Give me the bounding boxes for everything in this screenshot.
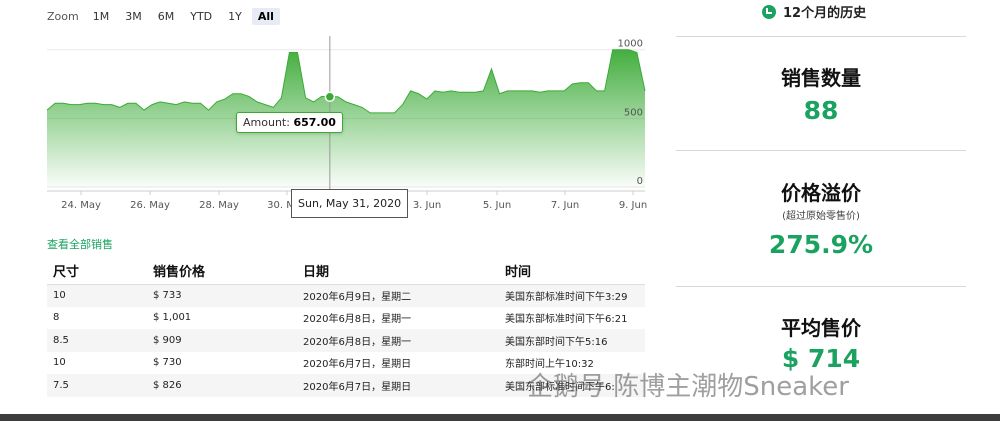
watermark: 企鹅号 陈博主潮物Sneaker <box>527 372 849 402</box>
y-tick-label: 1000 <box>618 39 643 50</box>
cell-date: 2020年6月7日，星期日 <box>297 374 499 397</box>
y-tick-label: 500 <box>624 107 643 118</box>
tooltip-label: Amount: <box>243 116 290 129</box>
cell-date: 2020年6月8日，星期一 <box>303 314 412 326</box>
zoom-1y-button[interactable]: 1Y <box>222 8 248 25</box>
divider <box>676 286 966 287</box>
cell-date: 2020年6月7日，星期日 <box>303 359 412 371</box>
crosshair-date-label: Sun, May 31, 2020 <box>291 189 409 218</box>
cell-size: 8 <box>53 312 60 324</box>
premium-value: 275.9% <box>768 230 874 259</box>
sales-count-label: 销售数量 <box>781 66 861 90</box>
divider <box>676 150 966 151</box>
table-row: 8.5 $ 909 2020年6月8日，星期一 美国东部时间下午5:16 <box>47 329 645 352</box>
header-time: 时间 <box>499 257 645 285</box>
sales-count-value: 88 <box>803 96 839 125</box>
table-row: 8 $ 1,001 2020年6月8日，星期一 美国东部标准时间下午6:21 <box>47 307 645 330</box>
cell-time: 美国东部标准时间下午6:21 <box>505 314 628 326</box>
cell-size: 8.5 <box>47 329 147 352</box>
premium-label: 价格溢价 <box>781 181 861 205</box>
cell-size: 10 <box>53 357 66 369</box>
cell-time: 美国东部标准时间下午3:29 <box>499 284 645 307</box>
table-row: 10 $ 733 2020年6月9日，星期二 美国东部标准时间下午3:29 <box>47 284 645 307</box>
zoom-6m-button[interactable]: 6M <box>152 8 181 25</box>
y-tick-label: 0 <box>637 176 643 187</box>
cell-size: 10 <box>47 284 147 307</box>
hover-point <box>324 91 336 103</box>
footer-bar <box>0 414 1000 421</box>
header-size: 尺寸 <box>47 257 147 285</box>
history-header: 12个月的历史 <box>762 2 866 21</box>
x-tick-label: 28. May <box>199 200 239 211</box>
cell-price: $ 826 <box>147 374 297 397</box>
zoom-bar: Zoom 1M 3M 6M YTD 1Y All <box>47 8 284 25</box>
zoom-ytd-button[interactable]: YTD <box>184 8 218 25</box>
history-title: 12个月的历史 <box>783 6 867 21</box>
x-tick-label: 7. Jun <box>551 200 579 211</box>
premium-sub: (超过原始零售价) <box>782 211 860 222</box>
header-price: 销售价格 <box>147 257 297 285</box>
sales-chart[interactable]: 24. May 26. May 28. May 30. May 3. Jun 5. Jun… <box>46 36 647 218</box>
avg-price-label: 平均售价 <box>781 316 861 340</box>
x-tick-label: 9. Jun <box>619 200 647 211</box>
x-tick-label: 3. Jun <box>413 200 441 211</box>
zoom-1m-button[interactable]: 1M <box>87 8 116 25</box>
x-tick-label: 24. May <box>61 200 101 211</box>
tooltip-value: 657.00 <box>293 116 336 129</box>
view-all-sales-link[interactable]: 查看全部销售 <box>47 236 113 252</box>
chart-tooltip: Amount: 657.00 <box>236 112 343 133</box>
cell-price: $ 909 <box>147 329 297 352</box>
zoom-3m-button[interactable]: 3M <box>119 8 148 25</box>
cell-size: 7.5 <box>47 374 147 397</box>
cell-price: $ 730 <box>153 357 182 369</box>
series-area <box>47 49 645 188</box>
zoom-label: Zoom <box>47 10 79 23</box>
cell-time: 美国东部时间下午5:16 <box>499 329 645 352</box>
cell-date: 2020年6月8日，星期一 <box>297 329 499 352</box>
cell-price: $ 1,001 <box>153 312 192 324</box>
cell-price: $ 733 <box>147 284 297 307</box>
header-date: 日期 <box>297 257 499 285</box>
divider <box>676 36 966 37</box>
table-header-row: 尺寸 销售价格 日期 时间 <box>47 257 645 285</box>
chart-circle-icon <box>762 4 776 19</box>
x-tick-label: 26. May <box>130 200 170 211</box>
cell-date: 2020年6月9日，星期二 <box>297 284 499 307</box>
x-tick-label: 5. Jun <box>483 200 511 211</box>
zoom-all-button[interactable]: All <box>251 8 280 25</box>
